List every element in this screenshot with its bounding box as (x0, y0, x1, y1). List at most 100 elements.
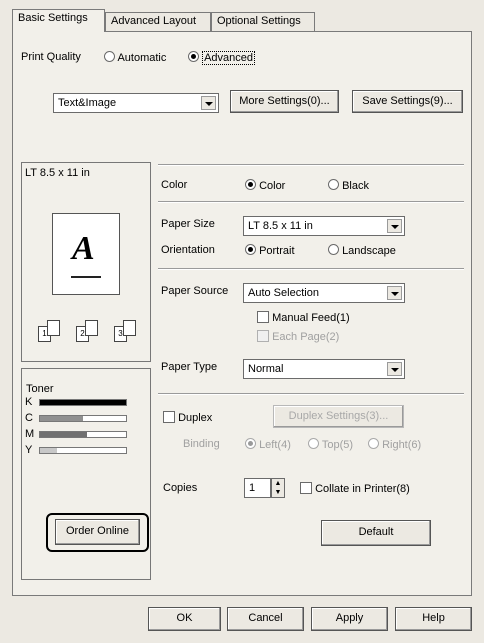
print-quality-label: Print Quality (21, 51, 81, 63)
paper-source-select[interactable]: Auto Selection (243, 283, 405, 303)
chevron-down-icon[interactable] (201, 96, 216, 110)
paper-type-select[interactable]: Normal (243, 359, 405, 379)
binding-right-indicator[interactable] (368, 438, 379, 449)
landscape-radio[interactable]: Landscape (328, 244, 396, 257)
copy-page-icon (85, 320, 98, 336)
black-radio[interactable]: Black (328, 179, 369, 192)
collate-checkbox[interactable]: Collate in Printer(8) (300, 482, 410, 495)
paper-type-label: Paper Type (161, 361, 218, 373)
each-page-check-indicator[interactable] (257, 330, 269, 342)
collate-check-indicator[interactable] (300, 482, 312, 494)
binding-left-label: Left(4) (259, 439, 291, 451)
manual-feed-checkbox[interactable]: Manual Feed(1) (257, 311, 350, 324)
ok-button[interactable]: OK (148, 607, 221, 631)
toner-c-label: C (25, 412, 33, 424)
more-settings-button[interactable]: More Settings(0)... (230, 90, 339, 113)
paper-size-select[interactable]: LT 8.5 x 11 in (243, 216, 405, 236)
toner-title: Toner (26, 383, 54, 395)
manual-feed-check-indicator[interactable] (257, 311, 269, 323)
paper-size-value: LT 8.5 x 11 in (248, 220, 313, 232)
toner-row-y: Y (25, 444, 145, 460)
copy-page-icon (47, 320, 60, 336)
portrait-label: Portrait (259, 245, 295, 257)
save-settings-button[interactable]: Save Settings(9)... (352, 90, 463, 113)
copies-input[interactable]: 1 (244, 478, 271, 498)
binding-right-label: Right(6) (382, 439, 422, 451)
collate-label: Collate in Printer(8) (315, 483, 410, 495)
page-sheet-icon: A (52, 213, 120, 295)
each-page-label: Each Page(2) (272, 331, 340, 343)
stepper-down-icon[interactable]: ▼ (272, 488, 284, 497)
chevron-down-icon[interactable] (387, 286, 402, 300)
binding-left-radio[interactable]: Left(4) (245, 438, 291, 451)
preview-paper-label: LT 8.5 x 11 in (25, 167, 90, 179)
manual-feed-label: Manual Feed(1) (272, 312, 350, 324)
automatic-radio[interactable]: Automatic (104, 51, 166, 64)
paper-size-label: Paper Size (161, 218, 215, 230)
toner-m-label: M (25, 428, 35, 440)
black-radio-indicator[interactable] (328, 179, 339, 190)
binding-top-label: Top(5) (321, 439, 354, 451)
color-radio[interactable]: Color (245, 179, 285, 192)
paper-source-label: Paper Source (161, 285, 229, 297)
sample-letter: A (72, 230, 95, 267)
duplex-label: Duplex (178, 412, 213, 424)
quality-mode-value: Text&Image (58, 97, 117, 109)
section-divider (158, 268, 464, 270)
section-divider (158, 201, 464, 203)
paper-type-value: Normal (248, 363, 284, 375)
toner-m-bar (39, 431, 127, 438)
duplex-settings-button[interactable]: Duplex Settings(3)... (273, 405, 404, 428)
binding-left-indicator[interactable] (245, 438, 256, 449)
toner-c-bar (39, 415, 127, 422)
help-button[interactable]: Help (395, 607, 472, 631)
landscape-radio-indicator[interactable] (328, 244, 339, 255)
section-divider (158, 393, 464, 395)
binding-top-indicator[interactable] (308, 438, 319, 449)
color-option-label: Color (259, 180, 286, 192)
binding-right-radio[interactable]: Right(6) (368, 438, 421, 451)
tab-advanced-layout[interactable]: Advanced Layout (105, 12, 211, 31)
toner-k-bar (39, 399, 127, 406)
toner-row-m: M (25, 428, 145, 444)
tab-optional-settings[interactable]: Optional Settings (211, 12, 315, 31)
advanced-radio[interactable]: Advanced (188, 51, 255, 65)
toner-row-c: C (25, 412, 145, 428)
portrait-radio-indicator[interactable] (245, 244, 256, 255)
automatic-radio-indicator[interactable] (104, 51, 115, 62)
automatic-label: Automatic (117, 52, 167, 64)
chevron-down-icon[interactable] (387, 362, 402, 376)
paper-source-value: Auto Selection (248, 287, 319, 299)
quality-mode-select[interactable]: Text&Image (53, 93, 219, 113)
advanced-radio-indicator[interactable] (188, 51, 199, 62)
duplex-checkbox[interactable]: Duplex (163, 411, 212, 424)
color-radio-indicator[interactable] (245, 179, 256, 190)
tab-basic-settings[interactable]: Basic Settings (12, 9, 105, 32)
section-divider (158, 164, 464, 166)
duplex-check-indicator[interactable] (163, 411, 175, 423)
order-online-button[interactable]: Order Online (55, 519, 140, 545)
cancel-button[interactable]: Cancel (227, 607, 304, 631)
toner-y-label: Y (25, 444, 33, 456)
binding-label: Binding (183, 438, 220, 450)
black-option-label: Black (342, 180, 369, 192)
toner-k-fill (40, 400, 126, 405)
advanced-label: Advanced (202, 51, 255, 65)
apply-button[interactable]: Apply (311, 607, 388, 631)
toner-m-fill (40, 432, 88, 437)
stepper-up-icon[interactable]: ▲ (272, 479, 284, 488)
copies-label: Copies (163, 482, 198, 494)
chevron-down-icon[interactable] (387, 219, 402, 233)
toner-levels: K C M Y (25, 396, 145, 460)
portrait-radio[interactable]: Portrait (245, 244, 295, 257)
orientation-label: Orientation (161, 244, 215, 256)
toner-c-fill (40, 416, 83, 421)
copy-page-icon (123, 320, 136, 336)
toner-y-fill (40, 448, 58, 453)
text-line-icon (71, 276, 101, 278)
copies-stepper[interactable]: ▲ ▼ (271, 478, 285, 498)
color-label: Color (161, 179, 188, 191)
each-page-checkbox[interactable]: Each Page(2) (257, 330, 339, 343)
binding-top-radio[interactable]: Top(5) (308, 438, 353, 451)
default-button[interactable]: Default (321, 520, 431, 546)
